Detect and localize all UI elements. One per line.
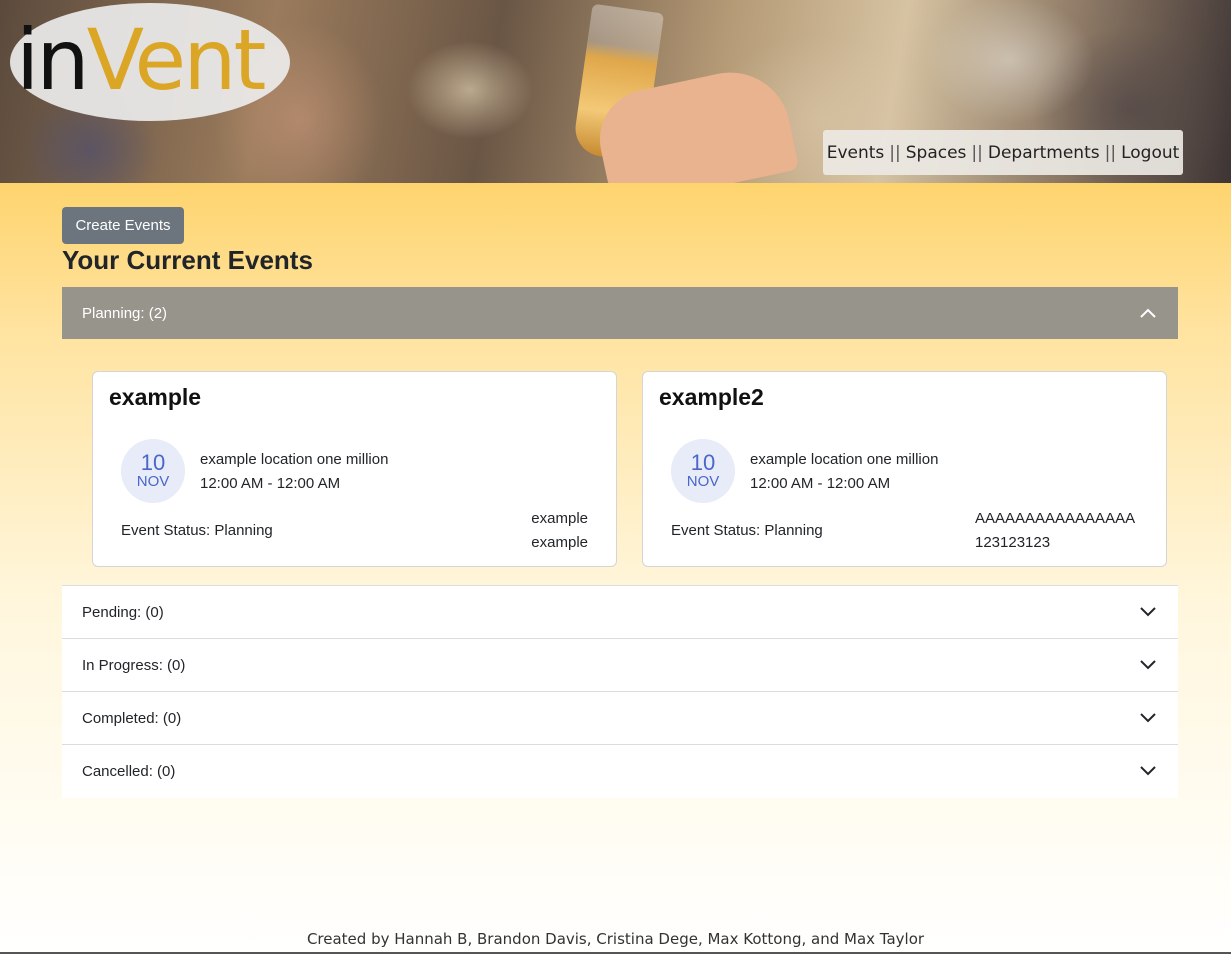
accordion-header-planning[interactable]: Planning: (2) xyxy=(62,287,1178,339)
event-extra-line: AAAAAAAAAAAAAAAA xyxy=(975,510,1136,527)
event-month: NOV xyxy=(686,473,720,490)
event-name: example2 xyxy=(659,384,764,410)
main-nav: Events || Spaces || Departments || Logou… xyxy=(823,130,1183,175)
accordion-header-in-progress[interactable]: In Progress: (0) xyxy=(62,639,1178,691)
nav-spaces-link[interactable]: Spaces xyxy=(906,143,967,163)
event-extra-line: example xyxy=(531,510,588,527)
app-logo[interactable]: inVent xyxy=(16,10,267,110)
accordion-label: Cancelled: (0) xyxy=(82,762,176,780)
header-banner: inVent Events || Spaces || Departments |… xyxy=(0,0,1231,183)
chevron-up-icon xyxy=(1140,308,1156,318)
accordion-body-planning: example 10 NOV example location one mill… xyxy=(62,339,1178,586)
event-extra-line: example xyxy=(531,534,588,551)
footer-credits: Created by Hannah B, Brandon Davis, Cris… xyxy=(306,930,925,948)
logo-text-in: in xyxy=(16,11,90,109)
nav-departments-link[interactable]: Departments xyxy=(988,143,1100,163)
page-title: Your Current Events xyxy=(62,245,313,275)
event-card[interactable]: example 10 NOV example location one mill… xyxy=(92,371,617,567)
event-month: NOV xyxy=(136,473,170,490)
event-extra-info: AAAAAAAAAAAAAAAA 123123123 xyxy=(975,507,1135,555)
event-name: example xyxy=(109,384,202,410)
accordion-header-cancelled[interactable]: Cancelled: (0) xyxy=(62,745,1178,797)
accordion-header-completed[interactable]: Completed: (0) xyxy=(62,692,1178,744)
chevron-down-icon xyxy=(1140,713,1156,723)
create-events-button[interactable]: Create Events xyxy=(62,207,184,244)
nav-separator: || xyxy=(1104,142,1117,163)
chevron-down-icon xyxy=(1140,660,1156,670)
chevron-down-icon xyxy=(1140,766,1156,776)
events-accordion: Planning: (2) example 10 NOV example loc… xyxy=(62,287,1178,798)
accordion-label: In Progress: (0) xyxy=(82,656,186,674)
accordion-section-completed: Completed: (0) xyxy=(62,692,1178,745)
event-date-badge: 10 NOV xyxy=(671,439,735,503)
nav-separator: || xyxy=(889,142,901,163)
event-time: 12:00 AM - 12:00 AM xyxy=(200,475,341,492)
logo-text-vent: Vent xyxy=(86,11,267,109)
event-day: 10 xyxy=(140,450,166,475)
accordion-section-planning: Planning: (2) example 10 NOV example loc… xyxy=(62,287,1178,586)
nav-events-link[interactable]: Events xyxy=(827,143,885,163)
accordion-header-pending[interactable]: Pending: (0) xyxy=(62,586,1178,638)
chevron-down-icon xyxy=(1140,607,1156,617)
accordion-label: Pending: (0) xyxy=(82,603,164,621)
event-location: example location one million xyxy=(200,451,389,468)
nav-separator: || xyxy=(971,142,983,163)
nav-logout-link[interactable]: Logout xyxy=(1121,143,1179,163)
event-card[interactable]: example2 10 NOV example location one mil… xyxy=(642,371,1167,567)
event-status: Event Status: Planning xyxy=(671,522,823,539)
event-time: 12:00 AM - 12:00 AM xyxy=(750,475,891,492)
accordion-section-in-progress: In Progress: (0) xyxy=(62,639,1178,692)
event-extra-line: 123123123 xyxy=(975,534,1051,551)
accordion-label: Completed: (0) xyxy=(82,709,182,727)
event-location: example location one million xyxy=(750,451,939,468)
event-day: 10 xyxy=(690,450,716,475)
event-extra-info: example example xyxy=(531,507,588,555)
event-date-badge: 10 NOV xyxy=(121,439,185,503)
accordion-section-cancelled: Cancelled: (0) xyxy=(62,745,1178,798)
event-status: Event Status: Planning xyxy=(121,522,273,539)
accordion-section-pending: Pending: (0) xyxy=(62,586,1178,639)
accordion-label: Planning: (2) xyxy=(82,304,168,322)
